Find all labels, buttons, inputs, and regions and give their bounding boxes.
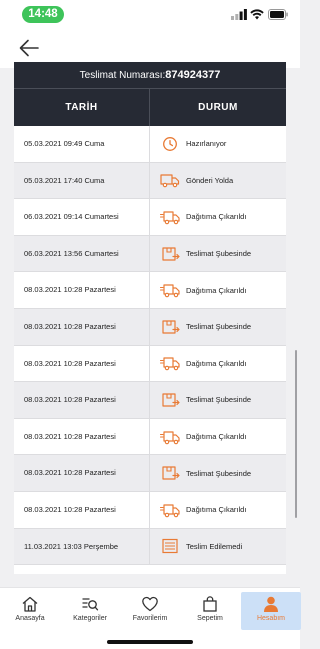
row-date: 11.03.2021 13:03 Perşembe	[14, 528, 150, 565]
status-bar: 14:48	[0, 0, 300, 28]
row-status: Dağıtıma Çıkarıldı	[150, 419, 286, 455]
table-row: 06.03.2021 09:14 Cumartesi Dağıtıma Çıkar…	[14, 199, 286, 236]
table-row: 08.03.2021 10:28 Pazartesi Dağıtıma Çıkar…	[14, 418, 286, 456]
wifi-icon	[250, 9, 264, 20]
user-icon	[264, 596, 278, 612]
row-date: 08.03.2021 10:28 Pazartesi	[14, 345, 150, 382]
row-status-text: Teslim Edilemedi	[186, 541, 243, 551]
tab-hesabim[interactable]: Hesabım	[241, 592, 301, 630]
row-date: 06.03.2021 09:14 Cumartesi	[14, 199, 150, 235]
table-row: 08.03.2021 10:28 Pazartesi Teslimat Şubes…	[14, 455, 286, 492]
row-status-text: Teslimat Şubesinde	[186, 322, 252, 332]
row-status: Teslim Edilemedi	[150, 529, 286, 565]
tab-kategoriler[interactable]: Kategoriler	[60, 592, 120, 630]
tab-label: Sepetim	[197, 615, 223, 622]
table-row: 08.03.2021 10:28 Pazartesi Dağıtıma Çıkar…	[14, 491, 286, 529]
tab-label: Kategoriler	[73, 615, 107, 622]
delivery-truck-icon	[160, 357, 180, 371]
row-status: Dağıtıma Çıkarıldı	[150, 272, 286, 308]
branch-box-icon	[162, 246, 180, 261]
row-date: 05.03.2021 09:49 Cuma	[14, 126, 150, 162]
battery-icon	[268, 9, 288, 20]
categories-search-icon	[82, 598, 99, 611]
branch-box-icon	[162, 320, 180, 334]
row-status-text: Teslimat Şubesinde	[186, 395, 252, 405]
row-date: 06.03.2021 13:56 Cumartesi	[14, 235, 150, 272]
delivery-truck-icon	[160, 430, 180, 444]
table-row: 08.03.2021 10:28 Pazartesi Teslimat Şubes…	[14, 308, 286, 346]
row-status: Gönderi Yolda	[150, 163, 286, 199]
branch-box-icon	[162, 466, 180, 480]
table-row: 08.03.2021 10:28 Pazartesi Dağıtıma Çıkar…	[14, 272, 286, 309]
row-status: Hazırlanıyor	[150, 126, 286, 162]
row-status-text: Dağıtıma Çıkarıldı	[186, 505, 247, 515]
bag-icon	[203, 596, 217, 612]
tab-label: Favorilerim	[132, 615, 168, 622]
tab-label: Hesabım	[256, 615, 285, 622]
tab-anasayfa[interactable]: Anasayfa	[0, 592, 60, 630]
row-status-text: Hazırlanıyor	[186, 139, 227, 149]
tracking-number-bar: Teslimat Numarası:874924377	[14, 62, 286, 88]
column-header-status: DURUM	[198, 102, 238, 113]
row-status-text: Dağıtıma Çıkarıldı	[186, 432, 247, 442]
row-status: Dağıtıma Çıkarıldı	[150, 199, 286, 235]
row-status: Dağıtıma Çıkarıldı	[150, 492, 286, 528]
row-status-text: Gönderi Yolda	[186, 175, 234, 185]
row-status: Teslimat Şubesinde	[150, 236, 286, 272]
clock-icon	[163, 136, 177, 151]
table-row: 11.03.2021 13:03 Perşembe Teslim Edilemed…	[14, 528, 286, 566]
row-status: Teslimat Şubesinde	[150, 309, 286, 345]
delivery-truck-icon	[160, 211, 180, 225]
tracking-number-label: Teslimat Numarası:	[79, 70, 166, 81]
home-icon	[22, 596, 38, 612]
row-date: 05.03.2021 17:40 Cuma	[14, 162, 150, 199]
tab-favorilerim[interactable]: Favorilerim	[120, 592, 180, 630]
delivery-truck-icon	[160, 284, 180, 298]
tab-label: Anasayfa	[15, 615, 45, 622]
table-row: 08.03.2021 10:28 Pazartesi Dağıtıma Çıkar…	[14, 345, 286, 383]
row-date: 08.03.2021 10:28 Pazartesi	[14, 308, 150, 345]
tracking-number-value: 874924377	[165, 69, 221, 81]
row-status: Dağıtıma Çıkarıldı	[150, 346, 286, 382]
table-row: 06.03.2021 13:56 Cumartesi Teslimat Şubes…	[14, 235, 286, 273]
delivery-truck-icon	[160, 504, 180, 517]
row-date: 08.03.2021 10:28 Pazartesi	[14, 491, 150, 528]
branch-box-icon	[162, 393, 180, 407]
table-row: 05.03.2021 17:40 Cuma Gönderi Yolda	[14, 162, 286, 200]
column-header-date: TARİH	[14, 89, 150, 126]
row-status-text: Dağıtıma Çıkarıldı	[186, 358, 247, 368]
table-row: 08.03.2021 10:28 Pazartesi Teslimat Şubes…	[14, 382, 286, 419]
row-date: 08.03.2021 10:28 Pazartesi	[14, 382, 150, 418]
scrollbar[interactable]	[295, 350, 297, 518]
table-header: TARİH DURUM	[14, 88, 286, 126]
tracking-card: Teslimat Numarası:874924377 TARİH DURUM …	[14, 62, 286, 574]
table-row: 05.03.2021 09:49 Cuma Hazırlanıyor	[14, 126, 286, 163]
row-status-text: Teslimat Şubesinde	[186, 468, 252, 478]
row-date: 08.03.2021 10:28 Pazartesi	[14, 272, 150, 308]
row-status: Teslimat Şubesinde	[150, 455, 286, 491]
tab-sepetim[interactable]: Sepetim	[180, 592, 240, 630]
row-date: 08.03.2021 10:28 Pazartesi	[14, 418, 150, 455]
back-arrow-icon[interactable]	[18, 38, 40, 58]
status-table-body: 05.03.2021 09:49 Cuma Hazırlanıyor 05.03.2…	[14, 126, 286, 566]
row-status-text: Dağıtıma Çıkarıldı	[186, 285, 247, 295]
truck-icon	[160, 174, 180, 188]
row-date: 08.03.2021 10:28 Pazartesi	[14, 455, 150, 491]
heart-icon	[142, 596, 158, 612]
home-indicator	[107, 640, 193, 644]
row-status-text: Teslimat Şubesinde	[186, 249, 252, 259]
status-time: 14:48	[22, 6, 64, 23]
cellular-signal-icon	[231, 9, 247, 20]
row-status-text: Dağıtıma Çıkarıldı	[186, 212, 247, 222]
failed-delivery-icon	[162, 539, 178, 554]
row-status: Teslimat Şubesinde	[150, 382, 286, 418]
